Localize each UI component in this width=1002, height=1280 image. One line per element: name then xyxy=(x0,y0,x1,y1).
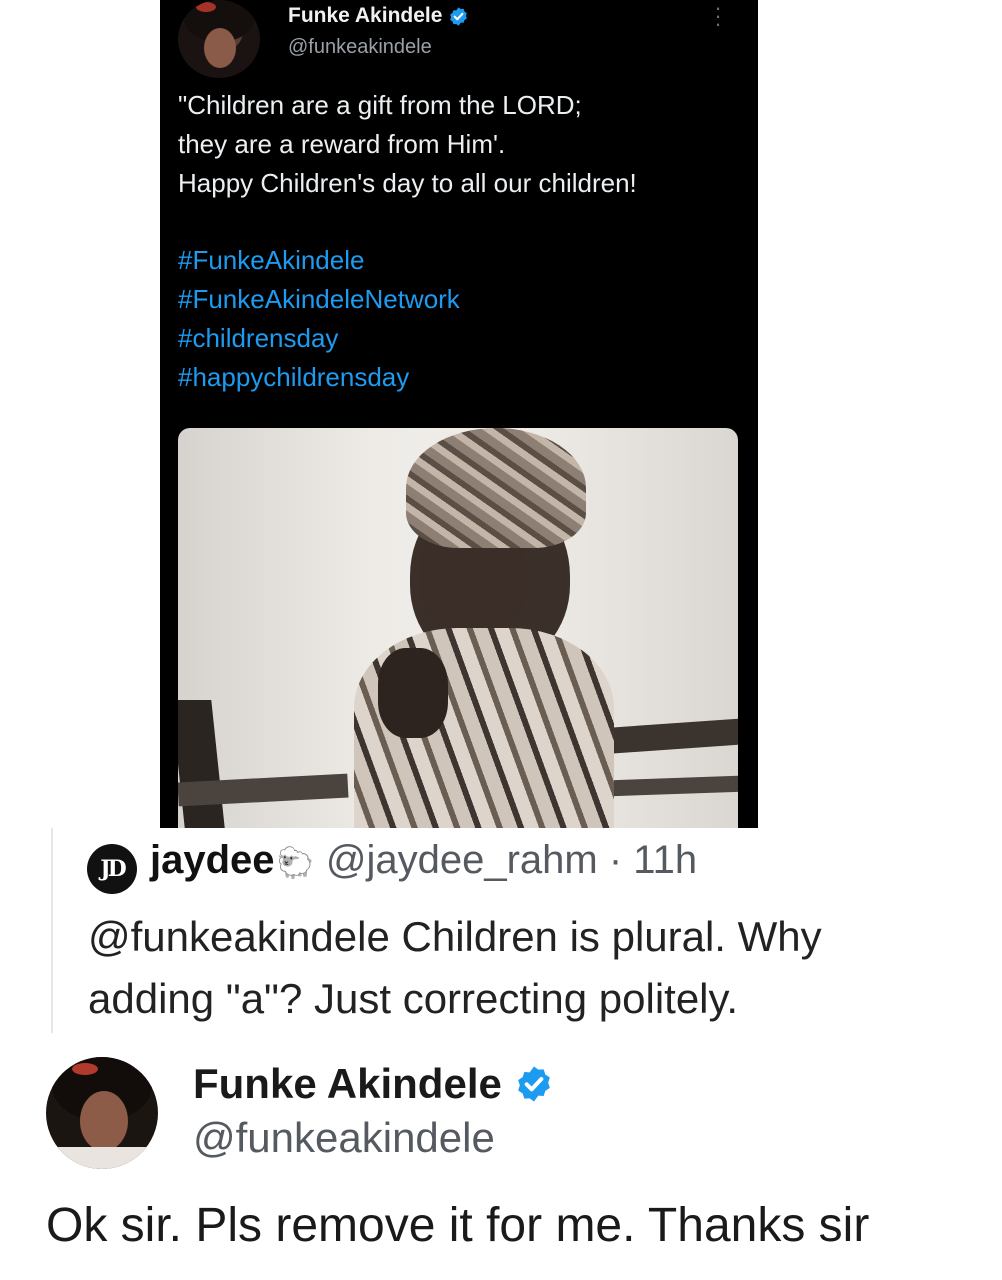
more-vertical-icon[interactable]: · · · xyxy=(713,0,723,35)
hashtag-list: #FunkeAkindele #FunkeAkindeleNetwork #ch… xyxy=(178,241,460,397)
tweet-photo[interactable] xyxy=(178,428,738,828)
hashtag-link[interactable]: #childrensday xyxy=(178,319,460,358)
hashtag-link[interactable]: #happychildrensday xyxy=(178,358,460,397)
reply-avatar[interactable]: JD xyxy=(87,844,137,894)
reply-author-name[interactable]: jaydee xyxy=(150,838,275,883)
author-avatar[interactable] xyxy=(178,0,260,78)
reply-header: jaydee 🐑 @jaydee_rahm · 11h xyxy=(150,838,697,883)
tweet-line: "Children are a gift from the LORD; xyxy=(178,90,582,120)
author-handle[interactable]: @funkeakindele xyxy=(288,36,432,59)
reply-text: @funkeakindele Children is plural. Why a… xyxy=(88,906,988,1030)
reply-line: adding "a"? Just correcting politely. xyxy=(88,975,739,1022)
original-tweet-card: Funke Akindele @funkeakindele · · · "Child… xyxy=(160,0,758,828)
response-name-row: Funke Akindele xyxy=(193,1060,554,1108)
response-author-name[interactable]: Funke Akindele xyxy=(193,1060,502,1108)
hashtag-link[interactable]: #FunkeAkindele xyxy=(178,241,460,280)
verified-badge-icon xyxy=(518,1066,550,1102)
tweet-text: "Children are a gift from the LORD; they… xyxy=(178,86,743,203)
sheep-emoji: 🐑 xyxy=(276,847,314,880)
verified-badge-icon xyxy=(450,6,468,26)
tweet-line: they are a reward from Him'. xyxy=(178,129,506,159)
response-avatar[interactable] xyxy=(46,1057,158,1169)
reply-handle-time[interactable]: @jaydee_rahm · 11h xyxy=(326,838,697,883)
tweet-line: Happy Children's day to all our children… xyxy=(178,168,637,198)
response-text: Ok sir. Pls remove it for me. Thanks sir xyxy=(46,1199,870,1252)
thread-line xyxy=(51,828,53,1033)
author-name[interactable]: Funke Akindele xyxy=(288,4,442,28)
author-name-row: Funke Akindele xyxy=(288,4,469,28)
response-handle[interactable]: @funkeakindele xyxy=(193,1114,495,1162)
hashtag-link[interactable]: #FunkeAkindeleNetwork xyxy=(178,280,460,319)
reply-line: @funkeakindele Children is plural. Why xyxy=(88,913,822,960)
